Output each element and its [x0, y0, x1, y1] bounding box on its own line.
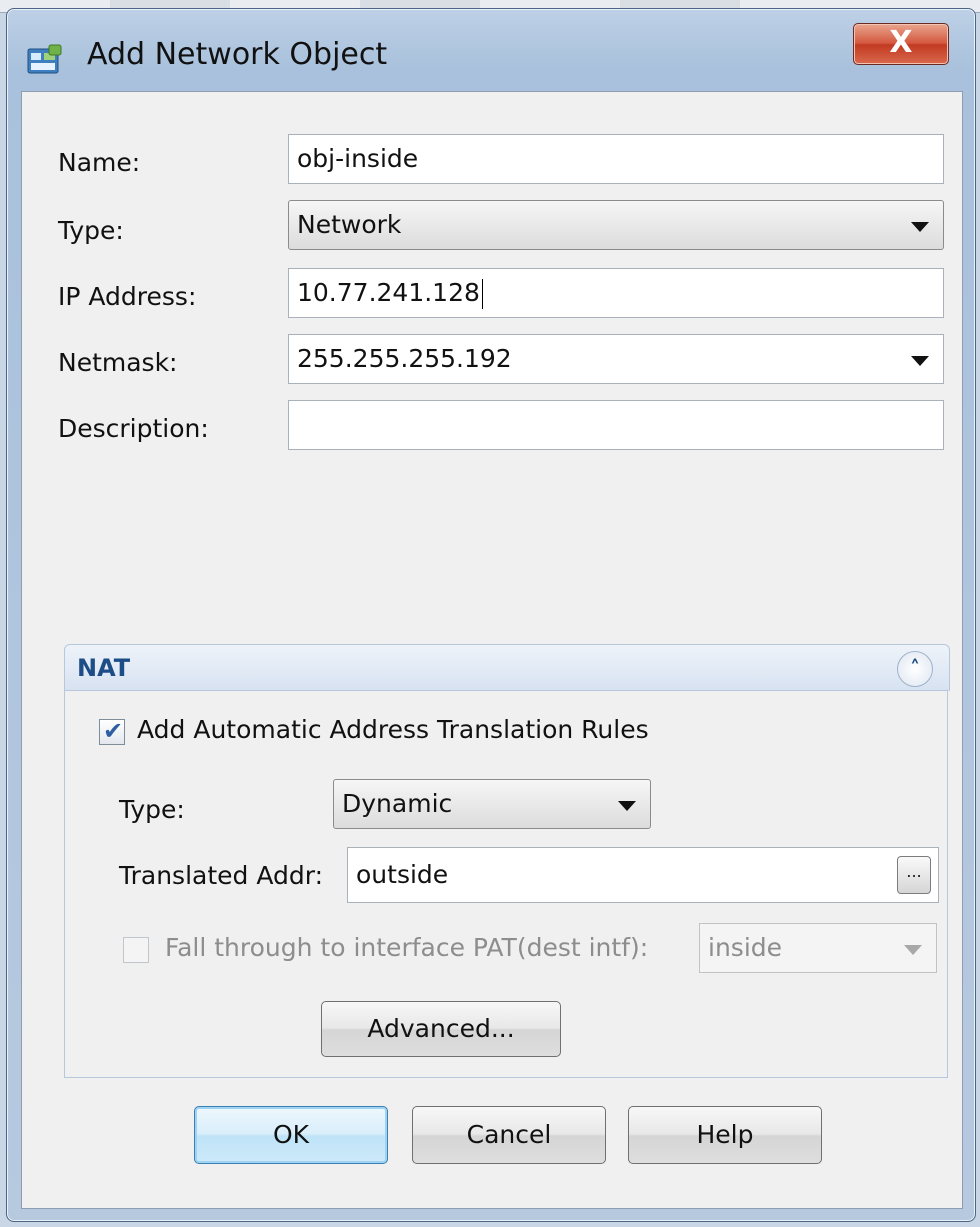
nat-section-body: ✔ Add Automatic Address Translation Rule…: [64, 690, 948, 1078]
checkmark-icon: ✔: [103, 717, 124, 745]
ellipsis-icon: ...: [906, 862, 922, 881]
fallthrough-interface-dropdown[interactable]: inside: [699, 923, 937, 973]
nat-section-header[interactable]: NAT ˄: [64, 644, 950, 691]
ip-address-value: 10.77.241.128: [297, 278, 480, 307]
text-cursor: [481, 279, 483, 309]
close-icon: X: [889, 25, 913, 60]
translated-addr-input[interactable]: outside: [347, 847, 939, 903]
chevron-down-icon: [618, 801, 636, 811]
nat-section-title: NAT: [77, 654, 131, 682]
type-dropdown-value: Network: [297, 210, 402, 239]
netmask-combo[interactable]: 255.255.255.192: [288, 334, 944, 384]
description-label: Description:: [58, 414, 209, 443]
chevron-down-icon: [911, 222, 929, 232]
chevron-down-icon[interactable]: [911, 356, 929, 366]
dialog-title: Add Network Object: [87, 37, 388, 72]
netmask-label: Netmask:: [58, 348, 178, 377]
add-network-object-dialog: Add Network Object X Name: obj-inside Ty…: [6, 8, 976, 1222]
network-object-icon: [27, 44, 62, 74]
translated-addr-label: Translated Addr:: [119, 861, 323, 890]
auto-rules-checkbox[interactable]: ✔: [99, 717, 125, 745]
browse-button[interactable]: ...: [897, 856, 931, 894]
description-input[interactable]: [288, 400, 944, 450]
help-button[interactable]: Help: [628, 1106, 822, 1164]
close-button[interactable]: X: [853, 23, 949, 65]
ip-address-label: IP Address:: [58, 282, 197, 311]
collapse-icon[interactable]: ˄: [897, 651, 933, 687]
dialog-client-area: Name: obj-inside Type: Network IP Addres…: [21, 91, 963, 1209]
ok-button[interactable]: OK: [194, 1106, 388, 1164]
chevron-down-icon: [904, 945, 922, 955]
type-label: Type:: [58, 216, 124, 245]
fallthrough-checkbox[interactable]: [123, 937, 149, 963]
name-input[interactable]: obj-inside: [288, 134, 944, 184]
nat-type-label: Type:: [119, 795, 185, 824]
title-bar[interactable]: Add Network Object X: [7, 9, 975, 93]
cancel-button[interactable]: Cancel: [412, 1106, 606, 1164]
nat-type-dropdown[interactable]: Dynamic: [333, 779, 651, 829]
name-label: Name:: [58, 148, 141, 177]
advanced-button[interactable]: Advanced...: [321, 1001, 561, 1057]
type-dropdown[interactable]: Network: [288, 200, 944, 250]
fallthrough-interface-value: inside: [708, 933, 783, 962]
auto-rules-label: Add Automatic Address Translation Rules: [137, 715, 649, 744]
fallthrough-label: Fall through to interface PAT(dest intf)…: [165, 933, 649, 962]
nat-type-value: Dynamic: [342, 789, 453, 818]
netmask-value: 255.255.255.192: [297, 344, 512, 373]
ip-address-input[interactable]: 10.77.241.128: [288, 268, 944, 318]
